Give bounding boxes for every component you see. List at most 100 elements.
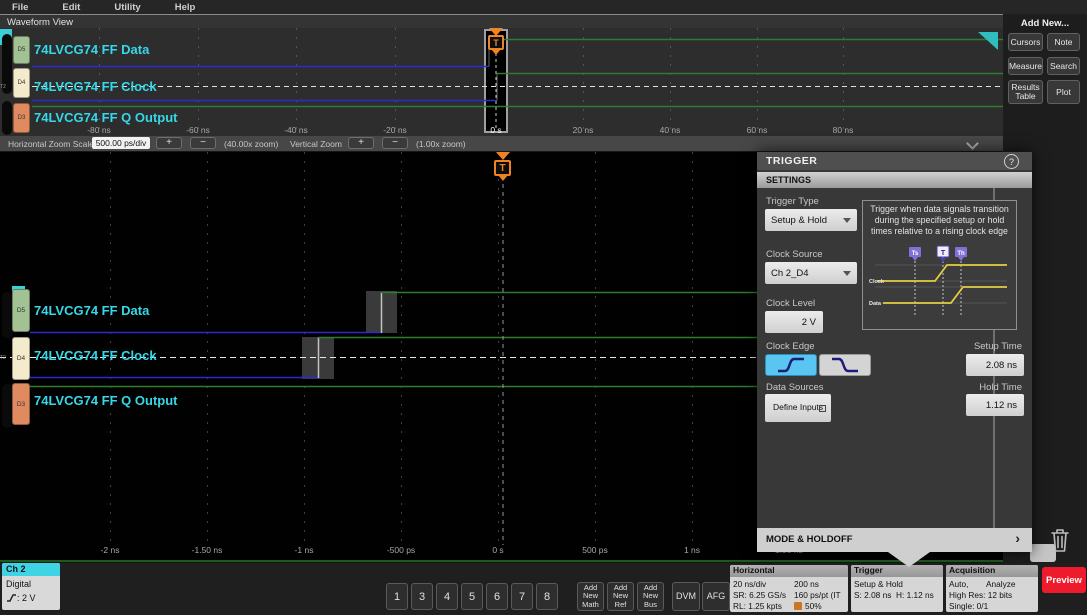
dvm-button[interactable]: DVM (672, 582, 700, 611)
trigger-panel: TRIGGER ? SETTINGS Trigger Type Setup & … (757, 152, 1032, 552)
acquisition-detail: High Res: 12 bits (949, 590, 1012, 600)
trigger-arrow-icon (496, 152, 510, 160)
channel-badge-d5[interactable]: D5 (13, 36, 30, 64)
trigger-flag-icon[interactable]: T (488, 35, 504, 50)
th-flag-icon: Th (957, 251, 965, 257)
channel-label-data: 74LVCG74 FF Data (34, 42, 149, 57)
menu-utility[interactable]: Utility (114, 2, 140, 13)
ch2-threshold: : 2 V (17, 593, 36, 603)
trash-icon[interactable] (1048, 526, 1072, 554)
chevron-down-icon (843, 218, 851, 223)
channel-label-clock: 74LVCG74 FF Clock (34, 79, 157, 94)
clock-level-field[interactable]: 2 V (765, 311, 823, 333)
mode-holdoff-section[interactable]: MODE & HOLDOFF › (757, 528, 1032, 552)
channel-badge-d5[interactable]: D5 (12, 289, 30, 332)
acquisition-mode: Auto, (949, 579, 968, 589)
horizontal-position: 50% (805, 601, 822, 611)
vertical-zoom-plus-button[interactable]: + (348, 137, 374, 149)
settings-section[interactable]: SETTINGS (757, 172, 1032, 188)
channel-button-3[interactable]: 3 (411, 583, 433, 610)
channel-button-6[interactable]: 6 (486, 583, 508, 610)
add-new-math-button[interactable]: Add New Math (577, 582, 604, 611)
menu-bar: File Edit Utility Help (0, 0, 1087, 14)
menu-file[interactable]: File (12, 2, 28, 13)
menu-edit[interactable]: Edit (62, 2, 80, 13)
afg-button[interactable]: AFG (702, 582, 730, 611)
waveform-view-title: Waveform View (7, 17, 73, 28)
trigger-badge[interactable]: Trigger Setup & Hold S: 2.08 ns H: 1.12 … (851, 565, 943, 612)
falling-edge-button[interactable] (819, 354, 871, 376)
rising-edge-icon (774, 354, 808, 376)
trigger-description-box: Trigger when data signals transition dur… (862, 200, 1017, 330)
clock-edge-label: Clock Edge (766, 341, 815, 352)
rising-edge-button[interactable] (765, 354, 817, 376)
settings-section-label: SETTINGS (766, 175, 811, 185)
channel-badge-d3[interactable]: D3 (12, 383, 30, 425)
time-label-zero: 0 s (490, 125, 501, 135)
trigger-flag-icon[interactable]: T (494, 160, 511, 176)
rising-edge-icon (5, 592, 17, 604)
results-table-button[interactable]: Results Table (1008, 80, 1043, 104)
channel-badge-d4[interactable]: D4 (12, 337, 30, 380)
channel-button-5[interactable]: 5 (461, 583, 483, 610)
preview-button[interactable]: Preview (1042, 567, 1086, 593)
vertical-zoom-minus-button[interactable]: − (382, 137, 408, 149)
trigger-description: Trigger when data signals transition dur… (866, 204, 1013, 237)
bottom-bar: Ch 2 Digital : 2 V 1 3 4 5 6 7 8 Add New… (0, 563, 1087, 615)
horizontal-resolution: 160 ps/pt (IT (794, 590, 841, 600)
setup-time-field[interactable]: 2.08 ns (966, 354, 1024, 376)
horizontal-badge[interactable]: Horizontal 20 ns/div 200 ns SR: 6.25 GS/… (730, 565, 848, 612)
panel-callout-arrow (888, 552, 930, 567)
horizontal-zoom-minus-button[interactable]: − (190, 137, 216, 149)
channel-badge-d4[interactable]: D4 (13, 68, 30, 98)
add-new-bus-button[interactable]: Add New Bus (637, 582, 664, 611)
ch2-type: Digital (6, 579, 31, 589)
acquisition-badge-header: Acquisition (946, 565, 1038, 577)
channel-button-4[interactable]: 4 (436, 583, 458, 610)
horizontal-scale: 20 ns/div (733, 579, 766, 589)
cursors-button[interactable]: Cursors (1008, 33, 1043, 51)
hold-time-label: Hold Time (922, 382, 1022, 393)
channel-pill (2, 101, 12, 135)
waveform-view-tab[interactable]: Waveform View (0, 14, 1003, 28)
menu-help[interactable]: Help (175, 2, 196, 13)
ts-flag-icon: Ts (912, 251, 919, 257)
ch2-badge[interactable]: Ch 2 Digital : 2 V (2, 563, 60, 610)
acquisition-badge[interactable]: Acquisition Auto, Analyze High Res: 12 b… (946, 565, 1038, 612)
trigger-type: Setup & Hold (854, 579, 903, 589)
vertical-zoom-factor: (1.00x zoom) (416, 139, 466, 149)
t-flag-icon: T (941, 250, 946, 257)
trigger-flag-tip-icon (498, 175, 508, 181)
search-button[interactable]: Search (1047, 57, 1080, 75)
help-icon[interactable]: ? (1004, 154, 1019, 169)
trigger-type-dropdown[interactable]: Setup & Hold (765, 209, 857, 231)
setup-hold-diagram: Ts T Th Clock Data (867, 245, 1014, 327)
expand-icon (819, 405, 826, 412)
channel-label-qout: 74LVCG74 FF Q Output (34, 110, 178, 125)
oscilloscope-app: File Edit Utility Help Waveform View (0, 0, 1087, 615)
clock-level-label: Clock Level (766, 298, 815, 309)
channel-label-qout: 74LVCG74 FF Q Output (34, 393, 178, 408)
add-new-ref-button[interactable]: Add New Ref (607, 582, 634, 611)
falling-edge-icon (828, 354, 862, 376)
channel-button-1[interactable]: 1 (386, 583, 408, 610)
zoom-scale-bar: Horizontal Zoom Scale 500.00 ps/div + − … (0, 136, 1003, 151)
add-new-header: Add New... (1003, 18, 1087, 29)
collapse-chevron-icon[interactable] (966, 137, 979, 150)
trigger-panel-title: TRIGGER (766, 155, 817, 167)
measure-button[interactable]: Measure (1008, 57, 1043, 75)
horizontal-zoom-scale-value[interactable]: 500.00 ps/div (92, 137, 150, 149)
channel-button-8[interactable]: 8 (536, 583, 558, 610)
note-button[interactable]: Note (1047, 33, 1080, 51)
channel-badge-d3[interactable]: D3 (13, 103, 30, 133)
vertical-zoom-label: Vertical Zoom (290, 139, 342, 149)
plot-button[interactable]: Plot (1047, 80, 1080, 104)
horizontal-zoom-factor: (40.00x zoom) (224, 139, 278, 149)
trigger-source-tag: T2 (0, 84, 6, 90)
hold-time-field[interactable]: 1.12 ns (966, 394, 1024, 416)
horizontal-window: 200 ns (794, 579, 819, 589)
clock-source-dropdown[interactable]: Ch 2_D4 (765, 262, 857, 284)
horizontal-zoom-scale-label: Horizontal Zoom Scale (8, 139, 94, 149)
channel-button-7[interactable]: 7 (511, 583, 533, 610)
horizontal-zoom-plus-button[interactable]: + (156, 137, 182, 149)
